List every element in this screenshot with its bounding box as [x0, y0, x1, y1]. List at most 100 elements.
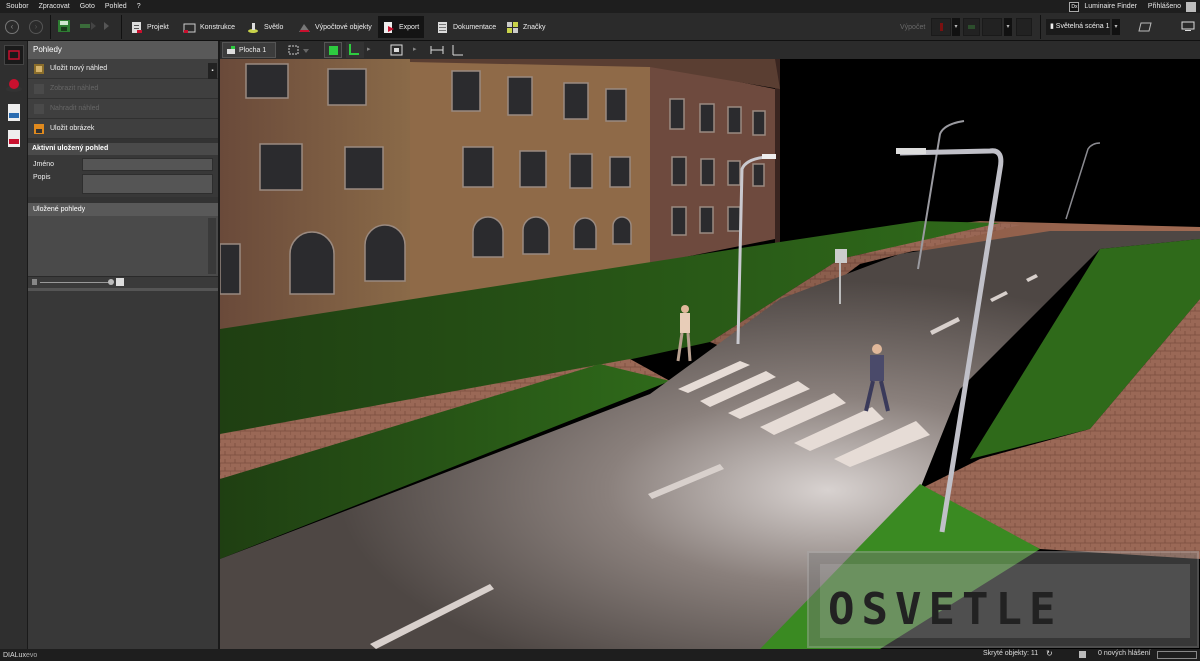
tab-dokumentace[interactable]: Dokumentace: [432, 16, 500, 38]
tab-znacky[interactable]: Značky: [502, 16, 550, 38]
selection-tool-icon[interactable]: [288, 44, 310, 56]
dialux-badge-icon: Dx: [1069, 1, 1080, 12]
show-view-label: Zobrazit náhled: [50, 85, 99, 92]
settings-gear-icon[interactable]: [1016, 18, 1032, 36]
area-icon: [227, 45, 235, 54]
tab-dokumentace-label: Dokumentace: [453, 23, 497, 31]
app-name-prefix: DIALux: [3, 651, 26, 659]
3d-view-button[interactable]: [324, 42, 342, 58]
hidden-objects-label: Skryté objekty: 11: [983, 650, 1039, 657]
tab-plocha-1-label: Plocha 1: [239, 46, 267, 54]
avatar[interactable]: [1186, 1, 1196, 12]
undo-icon[interactable]: [79, 21, 97, 31]
menu-pohled[interactable]: Pohled: [105, 3, 127, 10]
check-icon[interactable]: [963, 18, 980, 36]
zoom-extents-icon[interactable]: [390, 44, 404, 56]
monitor-icon[interactable]: [1181, 21, 1195, 32]
light-scene-label: Světelná scéna 1: [1055, 23, 1110, 30]
forward-icon[interactable]: ›: [29, 20, 43, 34]
description-input[interactable]: [82, 174, 213, 194]
small-thumbnail-icon: [32, 279, 37, 285]
replace-view-button[interactable]: Nahradit náhled: [28, 99, 218, 119]
redo-icon[interactable]: [102, 21, 116, 31]
active-view-header: Aktivní uložený pohled: [28, 143, 218, 155]
calc-tool-dropdown-icon[interactable]: ▾: [1004, 18, 1012, 36]
refresh-icon[interactable]: ↻: [1046, 649, 1053, 658]
plan-view-button[interactable]: [346, 42, 364, 58]
large-thumbnail-icon: [116, 278, 124, 286]
tab-konstrukce-label: Konstrukce: [200, 23, 236, 31]
toolbar-divider: [121, 15, 122, 39]
name-input[interactable]: [82, 158, 213, 171]
save-image-icon: [34, 123, 44, 134]
light-icon: [248, 22, 258, 33]
main-toolbar: ‹ › Projekt Konstrukce Světlo Výpočtové …: [0, 13, 1200, 41]
left-icon-strip: [0, 41, 28, 649]
zoom-dropdown-icon[interactable]: ▸: [413, 45, 417, 53]
login-status[interactable]: Přihlášeno: [1148, 3, 1181, 10]
save-image-button[interactable]: Uložit obrázek: [28, 119, 218, 139]
progress-indicator: [1157, 651, 1197, 659]
tab-plocha-1[interactable]: Plocha 1: [222, 42, 276, 58]
compute-dropdown-icon[interactable]: ▾: [952, 18, 960, 36]
pdf-export-icon[interactable]: [4, 129, 24, 149]
panel-title: Pohledy: [28, 41, 218, 59]
tab-vypoctove-objekty-label: Výpočtové objekty: [315, 23, 372, 31]
construction-icon: [183, 23, 196, 33]
view-plane-icon[interactable]: [1138, 22, 1152, 32]
saved-views-header: Uložené pohledy: [28, 203, 218, 216]
3d-viewport[interactable]: OSVETLE: [220, 59, 1200, 649]
save-new-view-button[interactable]: Uložit nový náhled: [28, 59, 218, 79]
description-label: Popis: [33, 174, 51, 181]
tab-vypoctove-objekty[interactable]: Výpočtové objekty: [294, 16, 376, 38]
calc-tool-icon[interactable]: [982, 18, 1002, 36]
light-scene-select[interactable]: ▮ Světelná scéna 1: [1046, 19, 1110, 35]
thumbnail-size-bar: [28, 276, 218, 288]
tab-projekt-label: Projekt: [147, 23, 169, 31]
render-icon[interactable]: [4, 76, 24, 96]
panel-menu-icon[interactable]: ▪: [208, 63, 217, 79]
views-panel-icon[interactable]: [4, 45, 24, 65]
measure-distance-icon[interactable]: [430, 44, 444, 56]
show-view-button[interactable]: Zobrazit náhled: [28, 79, 218, 99]
tab-projekt[interactable]: Projekt: [126, 16, 173, 38]
saved-views-scrollbar[interactable]: [208, 218, 216, 274]
name-label: Jméno: [33, 161, 55, 168]
status-bar: DIALuxevo Skryté objekty: 11 ↻ 0 nových …: [0, 649, 1200, 661]
view-dropdown-icon[interactable]: ▸: [367, 45, 371, 53]
menu-help[interactable]: ?: [137, 3, 141, 10]
save-status-icon[interactable]: [1079, 651, 1086, 658]
views-panel: Pohledy Uložit nový náhled Zobrazit náhl…: [28, 41, 220, 649]
tab-konstrukce[interactable]: Konstrukce: [179, 16, 239, 38]
compute-button[interactable]: Výpočet: [900, 24, 925, 31]
save-icon[interactable]: [57, 19, 71, 33]
menu-soubor[interactable]: Soubor: [6, 3, 29, 10]
tab-svetlo[interactable]: Světlo: [243, 16, 287, 38]
project-icon: [132, 21, 142, 33]
app-name-label: DIALuxevo: [3, 652, 37, 659]
menu-goto[interactable]: Goto: [80, 3, 95, 10]
dwg-export-icon[interactable]: [4, 103, 24, 123]
tab-znacky-label: Značky: [523, 23, 546, 31]
luminaire-finder-link[interactable]: Luminaire Finder: [1084, 3, 1137, 10]
messages-label[interactable]: 0 nových hlášení: [1098, 650, 1151, 657]
app-name-suffix: evo: [25, 651, 38, 659]
replace-view-icon: [34, 103, 44, 114]
show-view-icon: [34, 83, 44, 94]
viewport-toolbar: Plocha 1 ▸ ▸: [220, 41, 1200, 59]
menu-zpracovat[interactable]: Zpracovat: [39, 3, 70, 10]
compute-stop-button[interactable]: [931, 18, 951, 36]
thumbnail-size-slider[interactable]: [40, 282, 110, 283]
save-view-icon: [34, 63, 44, 74]
back-icon[interactable]: ‹: [5, 20, 19, 34]
slider-handle[interactable]: [108, 279, 114, 285]
light-scene-dropdown-icon[interactable]: ▾: [1112, 19, 1120, 35]
watermark-text: OSVETLE: [828, 584, 1062, 635]
tab-export[interactable]: Export: [378, 16, 424, 38]
name-field-row: Jméno: [28, 158, 218, 171]
measure-angle-icon[interactable]: [450, 44, 464, 56]
saved-views-list[interactable]: [28, 216, 218, 276]
documentation-icon: [438, 21, 447, 33]
description-field-row: Popis: [28, 174, 218, 194]
replace-view-label: Nahradit náhled: [50, 105, 100, 112]
